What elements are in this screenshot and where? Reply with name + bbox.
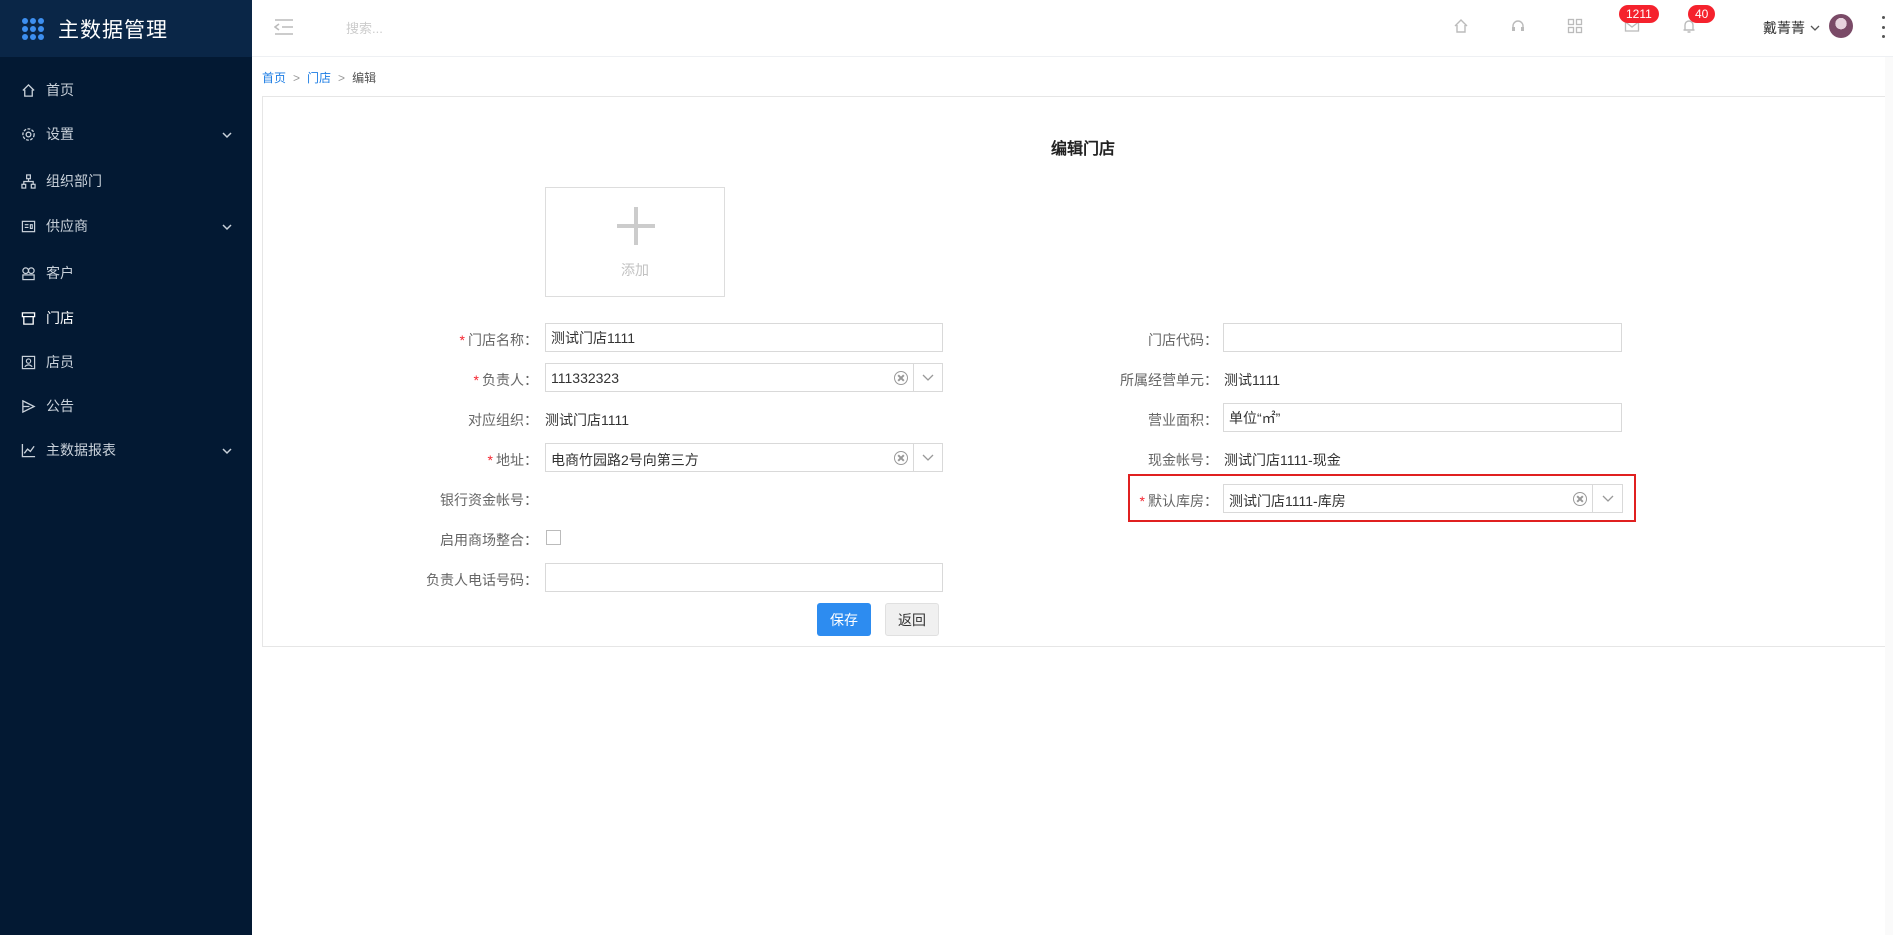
customer-icon	[20, 265, 36, 281]
store-code-input[interactable]	[1223, 323, 1622, 352]
headset-icon[interactable]	[1508, 16, 1528, 36]
menu-collapse-icon[interactable]	[273, 18, 294, 36]
owner-select-value: 111332323	[551, 370, 619, 386]
sidebar: 主数据管理 首页 设置 组织部门 供应商 客户 门店 店员 公告 主数据报表	[0, 0, 252, 935]
store-name-label: * 门店名称：	[459, 332, 538, 348]
sidebar-item-customer[interactable]: 客户	[0, 253, 252, 293]
org-value: 测试门店1111	[545, 412, 630, 428]
store-name-input[interactable]	[545, 323, 943, 352]
notification-count-badge: 40	[1688, 5, 1716, 23]
supplier-icon	[20, 218, 36, 234]
chevron-down-icon[interactable]	[922, 452, 934, 462]
sidebar-item-reports[interactable]: 主数据报表	[0, 430, 252, 470]
app-title: 主数据管理	[58, 18, 168, 42]
owner-select[interactable]: 111332323	[545, 363, 943, 392]
sidebar-item-label: 门店	[46, 310, 74, 326]
owner-phone-input[interactable]	[545, 563, 943, 592]
apps-grid-icon[interactable]	[1565, 16, 1585, 36]
clear-icon[interactable]	[894, 371, 908, 385]
cash-account-label: 现金帐号：	[1148, 452, 1218, 468]
breadcrumb-current: 编辑	[352, 71, 377, 85]
chevron-down-icon[interactable]	[1810, 20, 1820, 36]
plus-icon	[617, 207, 655, 245]
mall-integration-checkbox[interactable]	[546, 530, 561, 545]
sidebar-item-label: 店员	[46, 354, 74, 370]
sidebar-item-label: 首页	[46, 82, 74, 98]
staff-icon	[20, 354, 36, 370]
address-select[interactable]: 电商竹园路2号向第三方	[545, 443, 943, 472]
sidebar-item-supplier[interactable]: 供应商	[0, 206, 252, 246]
sidebar-item-settings[interactable]: 设置	[0, 114, 252, 154]
org-tree-icon	[20, 173, 36, 189]
warehouse-select[interactable]: 测试门店1111-库房	[1223, 484, 1623, 513]
sidebar-item-announcement[interactable]: 公告	[0, 386, 252, 426]
more-menu-icon[interactable]	[1880, 16, 1886, 38]
scrollbar[interactable]	[1885, 57, 1893, 935]
save-button[interactable]: 保存	[817, 603, 871, 636]
sidebar-item-home[interactable]: 首页	[0, 70, 252, 110]
search-input[interactable]	[344, 16, 644, 40]
chevron-down-icon[interactable]	[1602, 493, 1614, 503]
sidebar-item-label: 设置	[46, 126, 74, 142]
user-name[interactable]: 戴菁菁	[1763, 18, 1805, 38]
business-unit-value: 测试1111	[1224, 372, 1281, 388]
message-count-badge: 1211	[1619, 5, 1659, 23]
clear-icon[interactable]	[894, 451, 908, 465]
chevron-down-icon	[222, 127, 232, 143]
home-icon[interactable]	[1451, 16, 1471, 36]
sidebar-item-label: 组织部门	[46, 173, 102, 189]
brand-header[interactable]: 主数据管理	[0, 0, 252, 57]
announcement-icon	[20, 398, 36, 414]
store-icon	[20, 310, 36, 326]
mall-integration-label: 启用商场整合：	[440, 532, 538, 548]
area-input[interactable]	[1223, 403, 1622, 432]
chevron-down-icon	[222, 219, 232, 235]
owner-phone-label: 负责人电话号码：	[426, 572, 538, 588]
app-grid-icon	[22, 17, 44, 40]
back-button[interactable]: 返回	[885, 603, 939, 636]
sidebar-item-label: 供应商	[46, 218, 88, 234]
breadcrumb-home-link[interactable]: 首页	[262, 71, 286, 85]
home-icon	[20, 82, 36, 98]
clear-icon[interactable]	[1573, 492, 1587, 506]
org-label: 对应组织：	[468, 412, 538, 428]
gear-icon	[20, 126, 36, 142]
sidebar-item-label: 客户	[46, 265, 74, 281]
sidebar-item-org[interactable]: 组织部门	[0, 161, 252, 201]
breadcrumb-store-link[interactable]: 门店	[307, 71, 331, 85]
sidebar-item-label: 公告	[46, 398, 74, 414]
upload-label: 添加	[621, 262, 649, 278]
owner-label: * 负责人：	[473, 372, 538, 388]
breadcrumb-separator: >	[293, 71, 301, 85]
page-title: 编辑门店	[1051, 141, 1116, 158]
sidebar-item-store[interactable]: 门店	[0, 298, 252, 338]
cash-account-value: 测试门店1111-现金	[1224, 452, 1341, 468]
sidebar-item-label: 主数据报表	[46, 442, 116, 458]
warehouse-select-value: 测试门店1111-库房	[1229, 493, 1346, 509]
bank-account-label: 银行资金帐号：	[440, 492, 538, 508]
chevron-down-icon[interactable]	[922, 372, 934, 382]
image-upload-button[interactable]: 添加	[545, 187, 725, 297]
chart-icon	[20, 442, 36, 458]
breadcrumb-separator: >	[338, 71, 346, 85]
store-code-label: 门店代码：	[1148, 332, 1218, 348]
business-unit-label: 所属经营单元：	[1120, 372, 1218, 388]
address-label: * 地址：	[487, 452, 538, 468]
warehouse-label: * 默认库房：	[1139, 493, 1218, 509]
chevron-down-icon	[222, 443, 232, 459]
avatar[interactable]	[1829, 14, 1853, 38]
sidebar-item-staff[interactable]: 店员	[0, 342, 252, 382]
area-label: 营业面积：	[1148, 412, 1218, 428]
breadcrumb: 首页 > 门店 > 编辑	[262, 69, 376, 86]
address-select-value: 电商竹园路2号向第三方	[551, 452, 699, 468]
